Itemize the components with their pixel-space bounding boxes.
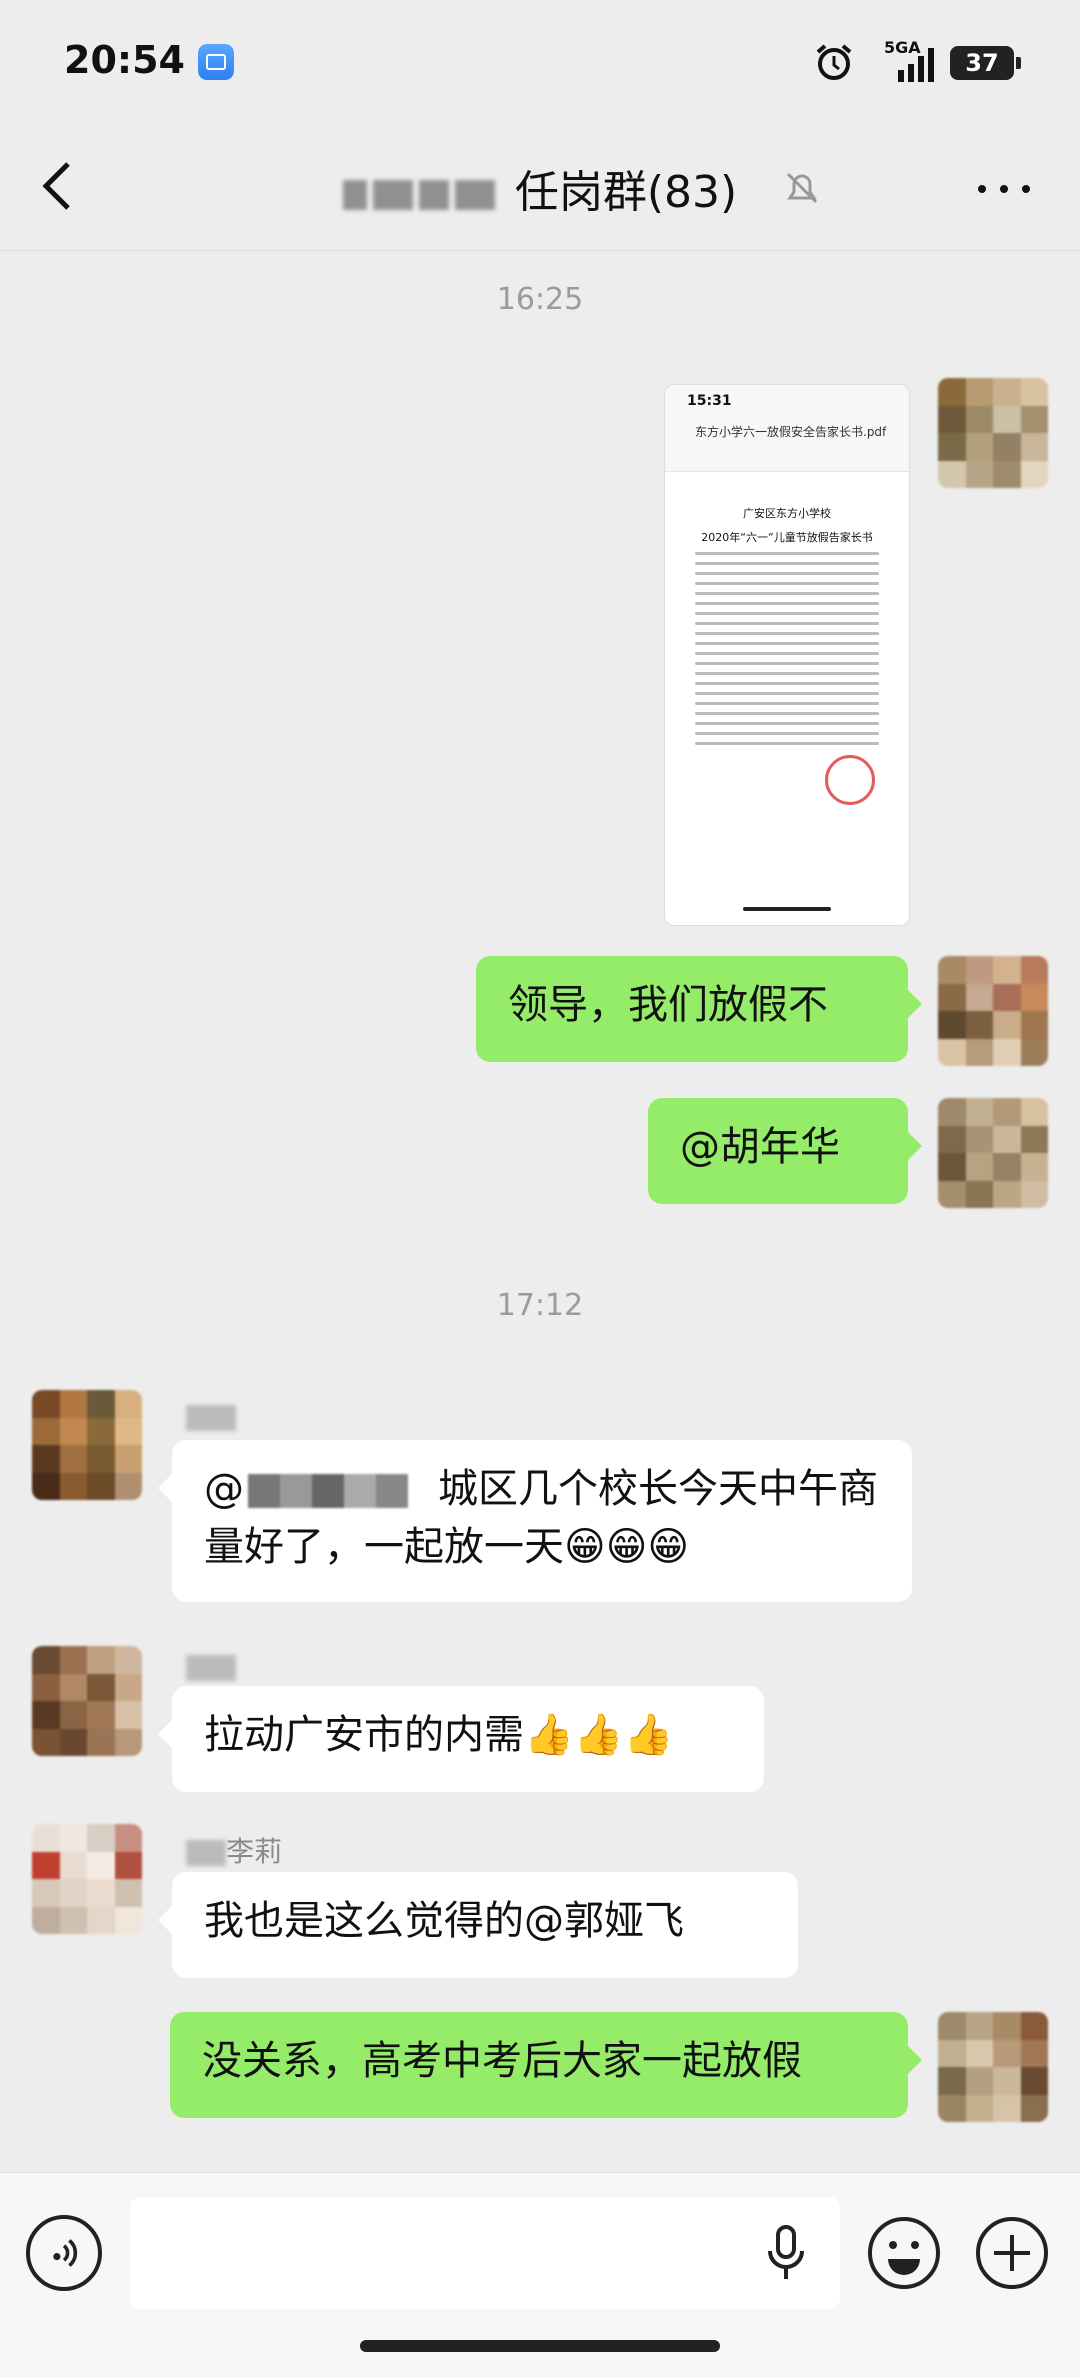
avatar[interactable] bbox=[32, 1390, 142, 1500]
message-bubble[interactable]: 领导，我们放假不 bbox=[476, 956, 922, 1062]
message-bubble[interactable]: @ 城区几个校长今天中午商量好了，一起放一天😁😁😁 bbox=[158, 1440, 912, 1602]
file-preview-header: 15:31 东方小学六一放假安全告家长书.pdf bbox=[665, 385, 909, 472]
message-timestamp: 17:12 bbox=[496, 1288, 584, 1323]
plus-icon[interactable] bbox=[974, 2215, 1050, 2291]
notification-app-icon bbox=[198, 44, 234, 80]
battery-indicator: 37 bbox=[950, 46, 1021, 80]
mic-icon[interactable] bbox=[764, 2223, 808, 2283]
chat-header: 任岗群(83) bbox=[0, 120, 1080, 251]
sender-name: 李莉 bbox=[186, 1830, 282, 1870]
file-preview-time: 15:31 bbox=[687, 393, 732, 409]
doc-title: 2020年“六一”儿童节放假告家长书 bbox=[701, 531, 873, 544]
status-time: 20:54 bbox=[64, 38, 185, 82]
avatar[interactable] bbox=[32, 1824, 142, 1934]
status-bar: 20:54 5GA 37 bbox=[0, 0, 1080, 120]
avatar[interactable] bbox=[938, 378, 1048, 488]
avatar[interactable] bbox=[938, 956, 1048, 1066]
seal-stamp bbox=[825, 755, 875, 805]
mute-icon bbox=[786, 172, 818, 204]
message-bubble[interactable]: @胡年华 bbox=[648, 1098, 922, 1204]
message-bubble[interactable]: 拉动广安市的内需👍👍👍 bbox=[158, 1686, 764, 1792]
sender-name bbox=[186, 1400, 236, 1433]
file-name: 东方小学六一放假安全告家长书.pdf bbox=[695, 425, 887, 439]
title-redaction bbox=[342, 170, 501, 221]
file-preview-page: 广安区东方小学校 2020年“六一”儿童节放假告家长书 bbox=[675, 485, 899, 815]
sender-name bbox=[186, 1650, 236, 1683]
file-message-card[interactable]: 15:31 东方小学六一放假安全告家长书.pdf 广安区东方小学校 2020年“… bbox=[664, 384, 910, 926]
avatar[interactable] bbox=[938, 2012, 1048, 2122]
doc-org: 广安区东方小学校 bbox=[743, 507, 831, 520]
avatar[interactable] bbox=[938, 1098, 1048, 1208]
group-name: 任岗群(83) bbox=[514, 167, 738, 218]
mention-redaction: @ bbox=[204, 1466, 438, 1512]
message-bubble[interactable]: 我也是这么觉得的@郭娅飞 bbox=[158, 1872, 798, 1978]
chat-title: 任岗群(83) bbox=[0, 156, 1080, 221]
signal-icon bbox=[898, 48, 934, 82]
voice-icon[interactable] bbox=[26, 2215, 102, 2291]
message-bubble[interactable]: 没关系，高考中考后大家一起放假 bbox=[170, 2012, 922, 2118]
home-indicator bbox=[360, 2340, 720, 2352]
message-input[interactable] bbox=[130, 2197, 840, 2309]
more-icon[interactable] bbox=[972, 174, 1036, 204]
avatar[interactable] bbox=[32, 1646, 142, 1756]
message-timestamp: 16:25 bbox=[496, 282, 584, 317]
alarm-icon bbox=[816, 44, 852, 80]
file-preview-home-bar bbox=[743, 907, 831, 911]
emoji-icon[interactable] bbox=[866, 2215, 942, 2291]
